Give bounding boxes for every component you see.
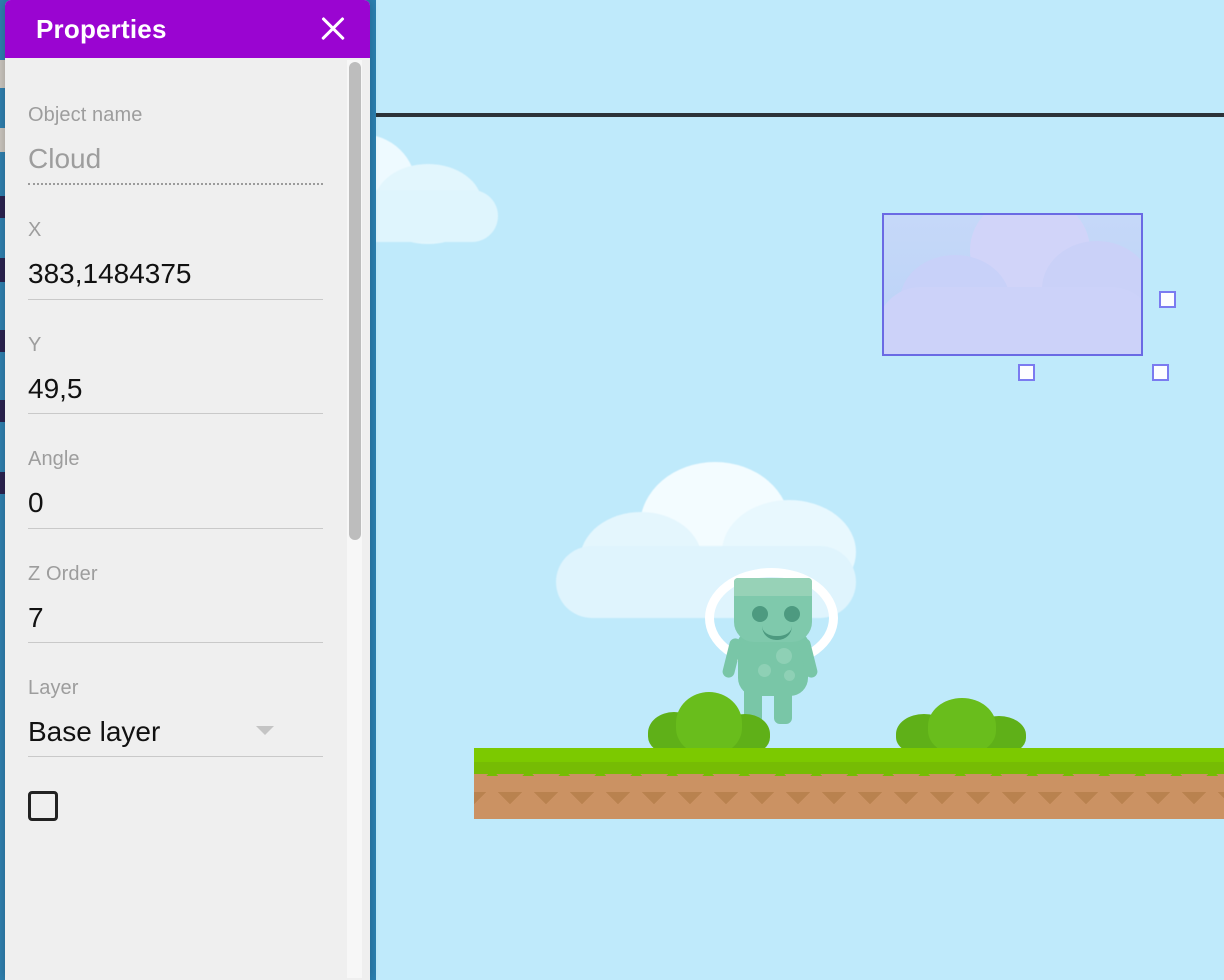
field-label: X bbox=[28, 219, 322, 242]
selection-rectangle[interactable] bbox=[882, 213, 1143, 356]
character-eye-left bbox=[752, 606, 768, 622]
character-head-shine bbox=[734, 578, 812, 596]
object-name-input[interactable]: Cloud bbox=[28, 144, 322, 183]
scene-canvas[interactable] bbox=[376, 0, 1224, 980]
chevron-down-icon[interactable] bbox=[256, 726, 274, 735]
field-underline bbox=[28, 642, 323, 643]
field-underline bbox=[28, 756, 323, 757]
properties-panel-header: Properties bbox=[5, 0, 370, 58]
scene-object-cloud-selected[interactable] bbox=[882, 213, 1143, 356]
angle-input[interactable]: 0 bbox=[28, 488, 322, 527]
field-y: Y 49,5 bbox=[28, 334, 322, 414]
field-z-order: Z Order 7 bbox=[28, 563, 322, 643]
scene-object-bush-1[interactable] bbox=[648, 692, 770, 754]
ground-zigzag-shade bbox=[474, 792, 1224, 805]
field-underline bbox=[28, 528, 323, 529]
properties-panel: Properties Object name Cloud X 383,14843… bbox=[5, 0, 370, 980]
field-layer: Layer Base layer bbox=[28, 677, 322, 757]
panel-scrollbar-thumb[interactable] bbox=[349, 62, 361, 540]
checkbox-input[interactable] bbox=[28, 791, 58, 821]
panel-title: Properties bbox=[36, 14, 167, 45]
field-checkbox-row[interactable] bbox=[28, 791, 322, 821]
scene-object-ground-platform[interactable] bbox=[474, 748, 1224, 819]
character-leg-right bbox=[774, 684, 792, 724]
bush-lobe bbox=[676, 692, 742, 754]
resize-handle-right[interactable] bbox=[1159, 291, 1176, 308]
scene-boundary-line bbox=[376, 113, 1224, 117]
field-underline bbox=[28, 183, 323, 185]
character-spot bbox=[776, 648, 792, 664]
field-label: Z Order bbox=[28, 563, 322, 586]
field-underline bbox=[28, 299, 323, 300]
character-eye-right bbox=[784, 606, 800, 622]
resize-handle-bottom[interactable] bbox=[1018, 364, 1035, 381]
properties-panel-body: Object name Cloud X 383,1484375 Y 49,5 A… bbox=[5, 58, 370, 980]
close-icon[interactable] bbox=[316, 12, 350, 46]
field-x: X 383,1484375 bbox=[28, 219, 322, 299]
character-spot bbox=[784, 670, 795, 681]
y-input[interactable]: 49,5 bbox=[28, 374, 322, 413]
resize-handle-bottom-right[interactable] bbox=[1152, 364, 1169, 381]
field-object-name: Object name Cloud bbox=[28, 104, 322, 185]
app-root: Properties Object name Cloud X 383,14843… bbox=[0, 0, 1224, 980]
field-label: Object name bbox=[28, 104, 322, 127]
field-angle: Angle 0 bbox=[28, 448, 322, 528]
x-input[interactable]: 383,1484375 bbox=[28, 259, 322, 298]
cloud-base bbox=[376, 190, 498, 242]
character-spot bbox=[758, 664, 771, 677]
field-underline bbox=[28, 413, 323, 414]
ground-grass-top bbox=[474, 748, 1224, 762]
z-order-input[interactable]: 7 bbox=[28, 603, 322, 642]
field-label: Angle bbox=[28, 448, 322, 471]
field-label: Y bbox=[28, 334, 322, 357]
layer-select[interactable]: Base layer bbox=[28, 717, 322, 756]
ground-zigzag-edge bbox=[474, 774, 1224, 794]
bush-lobe bbox=[928, 698, 996, 754]
scene-object-bush-2[interactable] bbox=[896, 698, 1026, 754]
scene-object-cloud-left[interactable] bbox=[376, 124, 502, 234]
field-label: Layer bbox=[28, 677, 322, 700]
